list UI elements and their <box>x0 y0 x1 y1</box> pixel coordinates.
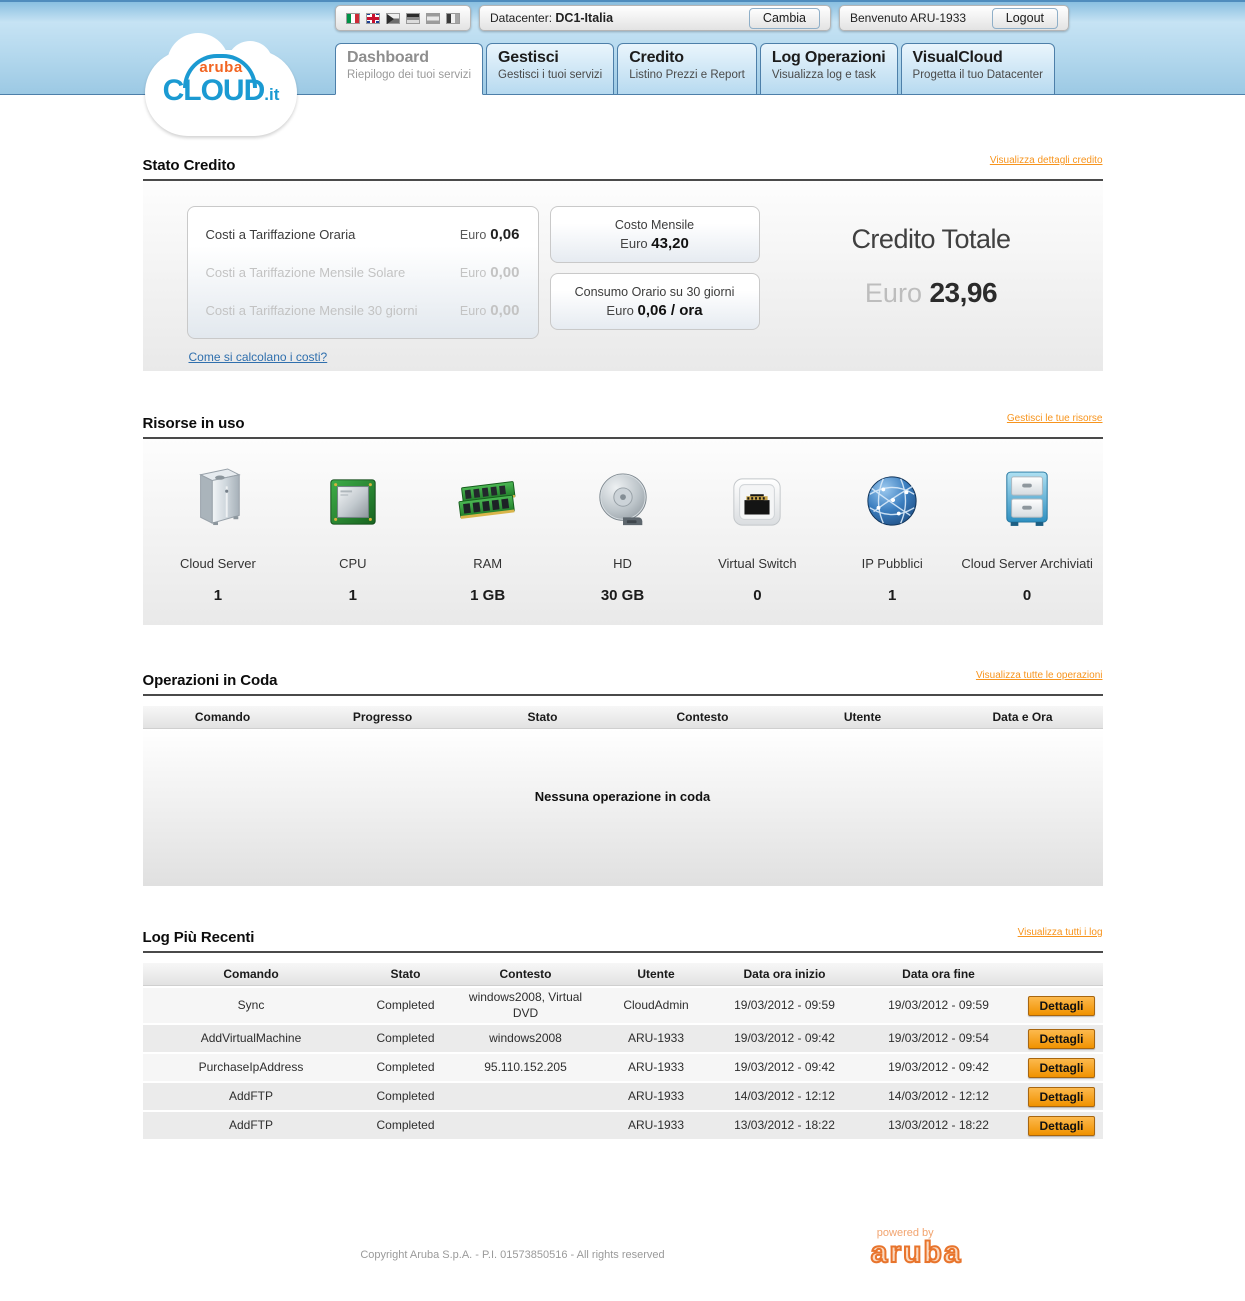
credit-panel: Costi a Tariffazione Oraria Euro0,06 Cos… <box>143 181 1103 371</box>
logs-section-header: Log Più Recenti Visualizza tutti i log <box>143 929 1103 953</box>
cost-row-mensile-30giorni: Costi a Tariffazione Mensile 30 giorni E… <box>206 302 520 319</box>
logs-section-title: Log Più Recenti <box>143 929 1103 946</box>
all-operations-link[interactable]: Visualizza tutte le operazioni <box>976 670 1103 681</box>
details-button[interactable]: Dettagli <box>1028 1087 1094 1107</box>
resource-cloud-server: Cloud Server 1 <box>151 463 286 625</box>
queue-table-header: Comando Progresso Stato Contesto Utente … <box>143 706 1103 729</box>
copyright-text: Copyright Aruba S.p.A. - P.I. 0157385051… <box>163 1227 863 1261</box>
how-costs-link[interactable]: Come si calcolano i costi? <box>189 350 328 364</box>
logs-table-body: Sync Completed windows2008, Virtual DVD … <box>143 988 1103 1141</box>
aruba-cloud-logo[interactable]: aruba CLOUD.it <box>145 50 297 136</box>
resources-section-title: Risorse in uso <box>143 415 1103 432</box>
cloud-server-icon <box>189 463 247 529</box>
cpu-icon <box>326 463 380 529</box>
resources-panel: Cloud Server 1 CPU 1 <box>143 439 1103 625</box>
main-content: Stato Credito Visualizza dettagli credit… <box>143 0 1103 1287</box>
credit-details-link[interactable]: Visualizza dettagli credito <box>990 155 1103 166</box>
table-row: AddFTP Completed ARU-1933 13/03/2012 - 1… <box>143 1112 1103 1141</box>
all-logs-link[interactable]: Visualizza tutti i log <box>1018 927 1103 938</box>
logs-table-header: Comando Stato Contesto Utente Data ora i… <box>143 963 1103 986</box>
queue-table-body: Nessuna operazione in coda <box>143 729 1103 886</box>
credit-section-title: Stato Credito <box>143 157 1103 174</box>
details-button[interactable]: Dettagli <box>1028 1116 1094 1136</box>
resource-cpu: CPU 1 <box>285 463 420 625</box>
cloud-server-archiviati-icon <box>1002 463 1052 529</box>
table-row: AddFTP Completed ARU-1933 14/03/2012 - 1… <box>143 1083 1103 1112</box>
monthly-cost-box: Costo Mensile Euro 43,20 <box>550 206 760 263</box>
credit-section-header: Stato Credito Visualizza dettagli credit… <box>143 157 1103 181</box>
table-row: Sync Completed windows2008, Virtual DVD … <box>143 988 1103 1025</box>
aruba-footer-logo: aruba <box>871 1239 963 1267</box>
cost-row-oraria: Costi a Tariffazione Oraria Euro0,06 <box>206 226 520 243</box>
resource-ram: RAM 1 GB <box>420 463 555 625</box>
resource-cloud-server-archiviati: Cloud Server Archiviati 0 <box>960 463 1095 625</box>
details-button[interactable]: Dettagli <box>1028 996 1094 1016</box>
table-row: AddVirtualMachine Completed windows2008 … <box>143 1025 1103 1054</box>
resource-virtual-switch: Virtual Switch 0 <box>690 463 825 625</box>
manage-resources-link[interactable]: Gestisci le tue risorse <box>1007 413 1103 424</box>
hourly-costs-box: Costi a Tariffazione Oraria Euro0,06 Cos… <box>187 206 539 339</box>
ram-icon <box>455 463 521 529</box>
hourly-30days-box: Consumo Orario su 30 giorni Euro 0,06 / … <box>550 273 760 330</box>
resources-section-header: Risorse in uso Gestisci le tue risorse <box>143 415 1103 439</box>
details-button[interactable]: Dettagli <box>1028 1029 1094 1049</box>
hd-icon <box>595 463 651 529</box>
resource-hd: HD 30 GB <box>555 463 690 625</box>
total-credit-label: Credito Totale <box>851 224 1010 255</box>
table-row: PurchaseIpAddress Completed 95.110.152.2… <box>143 1054 1103 1083</box>
footer: Copyright Aruba S.p.A. - P.I. 0157385051… <box>143 1227 1103 1287</box>
resource-ip-pubblici: IP Pubblici 1 <box>825 463 960 625</box>
queue-section-title: Operazioni in Coda <box>143 672 1103 689</box>
powered-by-aruba: powered by aruba <box>871 1227 963 1267</box>
logo-brand-cloud: CLOUD.it <box>145 76 297 110</box>
cost-row-mensile-solare: Costi a Tariffazione Mensile Solare Euro… <box>206 264 520 281</box>
total-credit-value: Euro 23,96 <box>865 277 997 309</box>
total-credit: Credito Totale Euro 23,96 <box>760 206 1103 371</box>
queue-empty-message: Nessuna operazione in coda <box>535 789 711 804</box>
details-button[interactable]: Dettagli <box>1028 1058 1094 1078</box>
ip-pubblici-icon <box>864 463 920 529</box>
virtual-switch-icon <box>730 463 784 529</box>
queue-section-header: Operazioni in Coda Visualizza tutte le o… <box>143 672 1103 696</box>
